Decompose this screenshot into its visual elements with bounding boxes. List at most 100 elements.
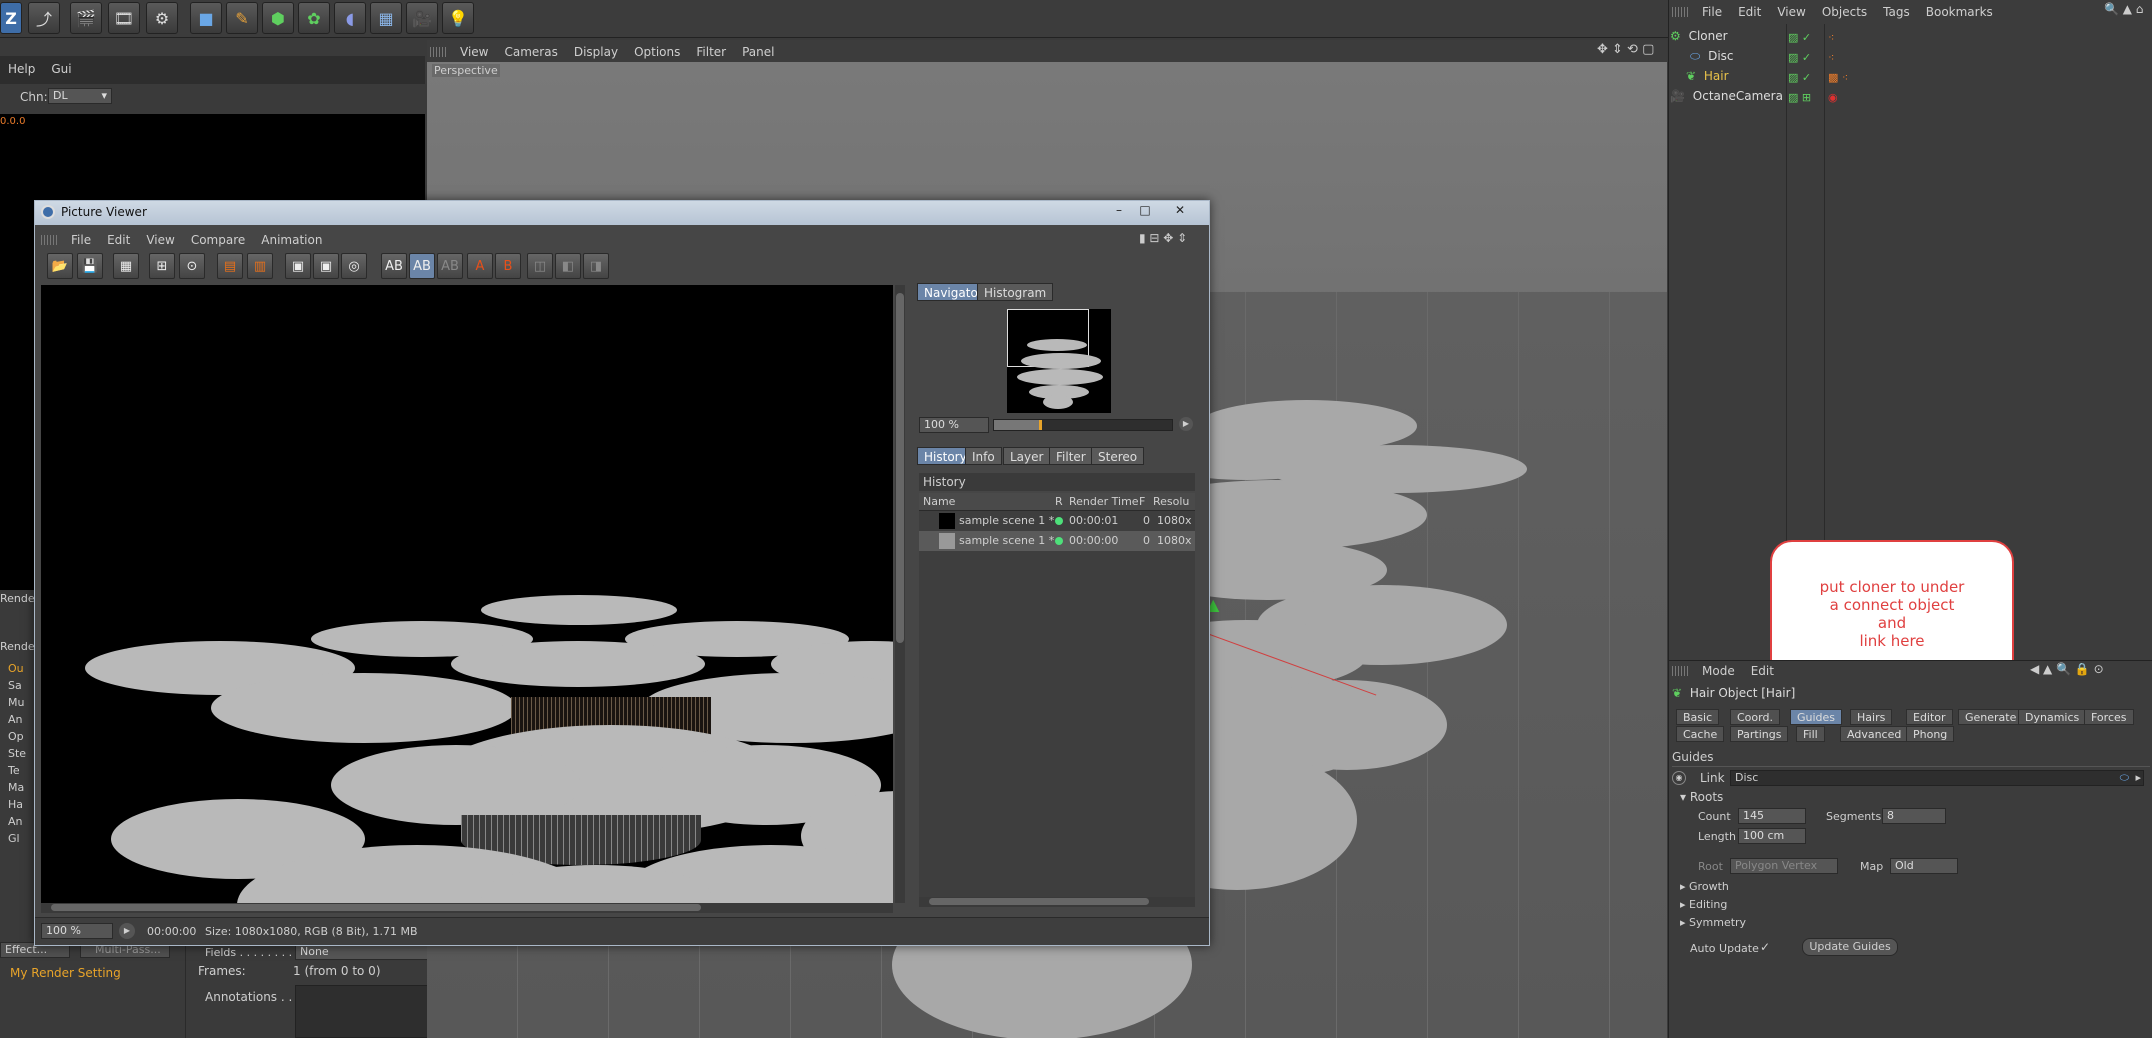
pv-menu-animation[interactable]: Animation (253, 233, 330, 247)
tab-forces[interactable]: Forces (2084, 709, 2134, 725)
om-object-row[interactable]: ⬭ Disc (1690, 46, 1734, 66)
camera-icon[interactable]: 🎥 (406, 2, 438, 34)
render-picture-viewer-icon[interactable]: 🎞 (108, 2, 140, 34)
tab-partings[interactable]: Partings (1730, 726, 1789, 742)
tag-icon[interactable]: ⁖ (1828, 28, 1848, 48)
array-icon[interactable]: ✿ (298, 2, 330, 34)
om-menu-objects[interactable]: Objects (1814, 5, 1875, 19)
am-menu-mode[interactable]: Mode (1694, 664, 1743, 678)
om-flags-column[interactable]: ▨ ✓ ▨ ✓ ▨ ✓ ▨ ⊞ (1788, 28, 1811, 108)
cinema4d-logo-icon[interactable]: Z (0, 2, 22, 34)
ab-diff-icon[interactable]: AB (437, 253, 463, 279)
render-tree-item[interactable]: Te (8, 762, 26, 779)
render-image-hscrollbar[interactable] (41, 903, 893, 913)
copy-icon[interactable]: ▤ (217, 253, 243, 279)
editing-section-header[interactable]: ▸ Editing (1680, 898, 1727, 911)
tab-generate[interactable]: Generate (1958, 709, 2024, 725)
om-object-row[interactable]: ⚙ Cloner (1670, 26, 1728, 46)
floor-icon[interactable]: ▦ (370, 2, 402, 34)
render-tree-item[interactable]: An (8, 813, 26, 830)
tab-guides[interactable]: Guides (1790, 709, 1843, 725)
render-tree-item[interactable]: Ma (8, 779, 26, 796)
am-nav-icons[interactable]: ◀ ▲ 🔍 🔒 ⊙ (2030, 662, 2104, 676)
tab-editor[interactable]: Editor (1906, 709, 1953, 725)
cube-icon[interactable]: ■ (190, 2, 222, 34)
growth-section-header[interactable]: ▸ Growth (1680, 880, 1729, 893)
tab-advanced[interactable]: Advanced (1840, 726, 1909, 742)
pv-menu-file[interactable]: File (63, 233, 99, 247)
render-tree-item[interactable]: Ou (8, 660, 26, 677)
pv-layout-icons[interactable]: ▮ ⊟ ✥ ⇕ (1139, 231, 1187, 245)
pv-menu-compare[interactable]: Compare (183, 233, 253, 247)
tag-icon[interactable]: ⁖ (1828, 48, 1848, 68)
col-render-time[interactable]: Render Time (1069, 493, 1139, 511)
stereo-icon[interactable]: ◫ (527, 253, 553, 279)
picture-viewer-titlebar[interactable]: Picture Viewer – □ ✕ (35, 201, 1209, 225)
segments-field[interactable]: 8 (1882, 808, 1946, 824)
render-icon[interactable]: ⊙ (179, 253, 205, 279)
stereo-left-icon[interactable]: ◧ (555, 253, 581, 279)
visibility-check-icon[interactable]: ▨ ⊞ (1788, 88, 1811, 108)
minimize-icon[interactable]: – (1107, 203, 1131, 221)
link-field[interactable]: Disc ⬭ ▸ (1730, 770, 2144, 786)
tab-basic[interactable]: Basic (1676, 709, 1720, 725)
tab-coord[interactable]: Coord. (1730, 709, 1780, 725)
visibility-check-icon[interactable]: ▨ ✓ (1788, 68, 1811, 88)
menu-display[interactable]: Display (566, 45, 626, 59)
col-r[interactable]: R (1055, 493, 1063, 511)
render-tree-item[interactable]: Sa (8, 677, 26, 694)
tab-hairs[interactable]: Hairs (1850, 709, 1893, 725)
play-icon[interactable]: ▶ (1179, 417, 1193, 431)
maximize-icon[interactable]: □ (1133, 203, 1157, 221)
chn-select[interactable]: DL ▾ (48, 88, 112, 104)
render-image[interactable] (41, 285, 893, 903)
om-menu-tags[interactable]: Tags (1875, 5, 1918, 19)
length-field[interactable]: 100 cm (1738, 828, 1806, 844)
region-icon[interactable]: ⊞ (149, 253, 175, 279)
deformer-icon[interactable]: ◖ (334, 2, 366, 34)
zoom-slider-handle[interactable] (1039, 420, 1042, 430)
om-menu-file[interactable]: File (1694, 5, 1730, 19)
set-b-icon[interactable]: B (495, 253, 521, 279)
link-pick-icon[interactable]: ⬭ (2120, 771, 2129, 785)
tab-filter[interactable]: Filter (1049, 447, 1093, 465)
history-hscrollbar[interactable] (919, 897, 1195, 907)
table-row[interactable]: sample scene 1 * 00:00:00 0 1080x (919, 531, 1195, 551)
om-menu-view[interactable]: View (1769, 5, 1813, 19)
ab-split-icon[interactable]: AB (409, 253, 435, 279)
close-icon[interactable]: ✕ (1165, 203, 1195, 221)
tab-info[interactable]: Info (965, 447, 1002, 465)
render-view-icon[interactable]: 🎬 (70, 2, 102, 34)
table-row[interactable]: sample scene 1 * 00:00:01 0 1080x (919, 511, 1195, 531)
status-zoom-field[interactable]: 100 % (41, 923, 113, 939)
render-image-vscrollbar[interactable] (895, 285, 905, 903)
tab-cache[interactable]: Cache (1676, 726, 1725, 742)
menu-filter[interactable]: Filter (688, 45, 734, 59)
view-single-icon[interactable]: ▣ (285, 253, 311, 279)
om-menu-bookmarks[interactable]: Bookmarks (1918, 5, 2001, 19)
grid-icon[interactable]: ▦ (113, 253, 139, 279)
map-select[interactable]: Old (1890, 858, 1958, 874)
roots-section-header[interactable]: ▾ Roots (1680, 790, 1723, 804)
navigator-zoom-field[interactable]: 100 % (919, 417, 989, 433)
animate-toggle-icon[interactable]: ◉ (1672, 771, 1686, 785)
root-select[interactable]: Polygon Vertex (1730, 858, 1838, 874)
render-tree-item[interactable]: Gl (8, 830, 26, 847)
menu-cameras[interactable]: Cameras (496, 45, 565, 59)
view-compare-icon[interactable]: ◎ (341, 253, 367, 279)
col-f[interactable]: F (1139, 493, 1145, 511)
col-name[interactable]: Name (923, 493, 955, 511)
menu-help[interactable]: Help (0, 62, 43, 76)
paste-icon[interactable]: ▥ (247, 253, 273, 279)
update-guides-button[interactable]: Update Guides (1802, 938, 1898, 956)
texture-tag-icon[interactable]: ▩ ⁖ (1828, 68, 1848, 88)
am-menu-edit[interactable]: Edit (1743, 664, 1782, 678)
pv-menu-view[interactable]: View (138, 233, 182, 247)
ab-icon[interactable]: AB (381, 253, 407, 279)
save-icon[interactable]: 💾 (77, 253, 103, 279)
light-icon[interactable]: 💡 (442, 2, 474, 34)
visibility-check-icon[interactable]: ▨ ✓ (1788, 28, 1811, 48)
tab-dynamics[interactable]: Dynamics (2018, 709, 2087, 725)
render-tree-item[interactable]: Ha (8, 796, 26, 813)
open-icon[interactable]: 📂 (47, 253, 73, 279)
